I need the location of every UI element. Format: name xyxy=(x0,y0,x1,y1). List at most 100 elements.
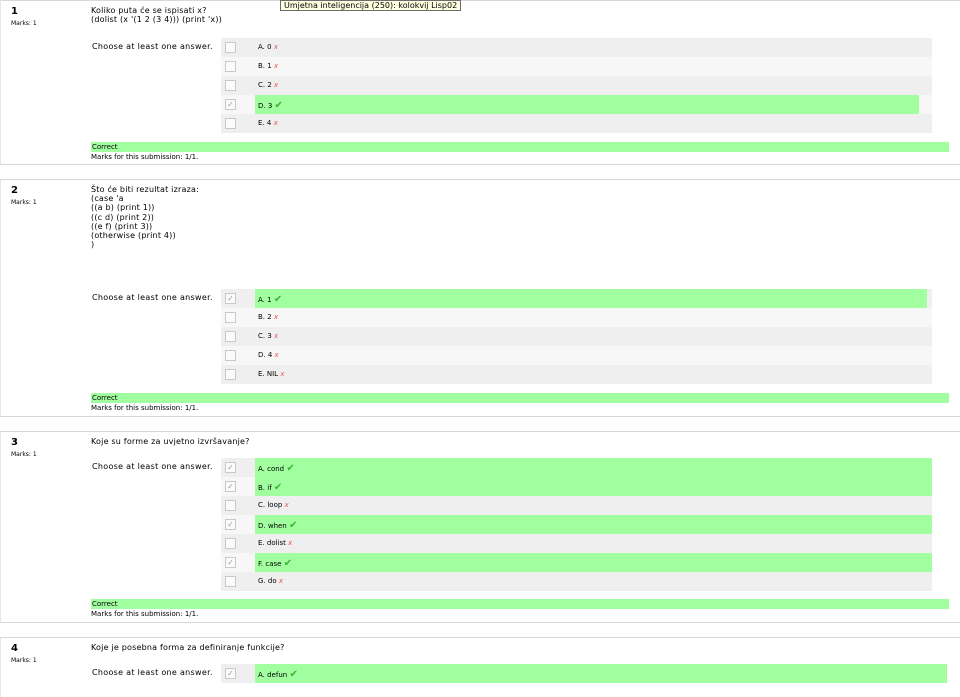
answer-label: B. if ✔ xyxy=(258,482,282,493)
answer-option[interactable]: D. 4 x xyxy=(221,346,932,365)
answer-label: A. 1 ✔ xyxy=(258,294,282,305)
cross-icon: x xyxy=(273,43,278,51)
answer-option[interactable]: B. 1 x xyxy=(221,57,932,76)
answer-checkbox[interactable] xyxy=(225,42,236,53)
correct-answer-highlight xyxy=(255,458,932,477)
answer-label: D. 4 x xyxy=(258,351,279,359)
answer-checkbox[interactable]: ✓ xyxy=(225,99,236,110)
correct-answer-highlight xyxy=(255,515,932,534)
answer-checkbox[interactable] xyxy=(225,331,236,342)
correct-answer-highlight xyxy=(255,289,927,308)
correct-answer-highlight xyxy=(255,477,932,496)
question-text: Koje su forme za uvjetno izvršavanje? xyxy=(91,437,250,446)
result-correct-bar: Correct xyxy=(91,599,949,609)
answer-checkbox[interactable]: ✓ xyxy=(225,519,236,530)
answer-label: A. cond ✔ xyxy=(258,463,295,474)
result-correct-bar: Correct xyxy=(91,393,949,403)
answer-label-text: F. case xyxy=(258,560,282,568)
answer-option[interactable]: ✓ A. defun ✔ xyxy=(221,664,947,683)
answer-prompt: Choose at least one answer. xyxy=(92,42,213,51)
cross-icon: x xyxy=(273,62,279,70)
answer-label: G. do x xyxy=(258,577,283,585)
correct-answer-highlight xyxy=(255,95,919,114)
cross-icon: x xyxy=(273,313,279,321)
answer-checkbox[interactable] xyxy=(225,369,236,380)
answer-option[interactable]: ✓ A. 1 ✔ xyxy=(221,289,932,308)
answer-label-text: C. 2 xyxy=(258,81,272,89)
cross-icon: x xyxy=(288,539,293,547)
answer-prompt: Choose at least one answer. xyxy=(92,462,213,471)
result-correct-bar: Correct xyxy=(91,142,949,152)
cross-icon: x xyxy=(273,119,278,127)
answer-label-text: E. NIL xyxy=(258,370,279,378)
answer-label: E. NIL x xyxy=(258,370,284,378)
answer-option[interactable]: ✓ F. case ✔ xyxy=(221,553,932,572)
cross-icon: x xyxy=(278,577,283,585)
answer-checkbox[interactable] xyxy=(225,538,236,549)
question-2: 2 Marks: 1 Što će biti rezultat izraza: … xyxy=(0,179,960,417)
answer-list: ✓ A. 1 ✔ B. 2 x C. 3 x D. 4 x E. NIL x xyxy=(221,289,932,384)
answer-label: C. 3 x xyxy=(258,332,278,340)
answer-label-text: E. dolist xyxy=(258,539,286,547)
answer-label-text: A. 1 xyxy=(258,296,272,304)
answer-label: A. defun ✔ xyxy=(258,669,298,680)
tooltip: Umjetna inteligencija (250): kolokvij Li… xyxy=(280,0,462,11)
answer-option[interactable]: ✓ D. 3 ✔ xyxy=(221,95,932,114)
question-text: Koliko puta će se ispisati x? (dolist (x… xyxy=(91,6,222,25)
answer-label-text: D. 4 xyxy=(258,351,273,359)
answer-option[interactable]: G. do x xyxy=(221,572,932,591)
answer-option[interactable]: E. dolist x xyxy=(221,534,932,553)
submission-marks: Marks for this submission: 1/1. xyxy=(91,610,199,618)
answer-option[interactable]: E. NIL x xyxy=(221,365,932,384)
answer-list: A. 0 x B. 1 x C. 2 x ✓ D. 3 ✔ E. 4 x xyxy=(221,38,932,133)
answer-option[interactable]: A. 0 x xyxy=(221,38,932,57)
answer-checkbox[interactable] xyxy=(225,576,236,587)
answer-prompt: Choose at least one answer. xyxy=(92,668,213,677)
answer-checkbox[interactable]: ✓ xyxy=(225,481,236,492)
answer-prompt: Choose at least one answer. xyxy=(92,293,213,302)
answer-checkbox[interactable] xyxy=(225,350,236,361)
answer-checkbox[interactable]: ✓ xyxy=(225,462,236,473)
check-icon: ✔ xyxy=(286,463,295,474)
answer-label-text: B. 2 xyxy=(258,313,272,321)
answer-option[interactable]: C. loop x xyxy=(221,496,932,515)
question-1: 1 Marks: 1 Koliko puta će se ispisati x?… xyxy=(0,0,960,165)
answer-checkbox[interactable]: ✓ xyxy=(225,293,236,304)
answer-label: C. loop x xyxy=(258,501,289,509)
answer-label: E. dolist x xyxy=(258,539,292,547)
answer-option[interactable]: ✓ A. cond ✔ xyxy=(221,458,932,477)
answer-option[interactable]: B. 2 x xyxy=(221,308,932,327)
question-number: 1 xyxy=(11,6,18,17)
check-icon: ✔ xyxy=(273,482,283,493)
question-4: 4 Marks: 1 Koje je posebna forma za defi… xyxy=(0,637,960,697)
question-marks: Marks: 1 xyxy=(11,20,37,27)
answer-label: C. 2 x xyxy=(258,81,278,89)
answer-option[interactable]: ✓ D. when ✔ xyxy=(221,515,932,534)
answer-list: ✓ A. cond ✔ ✓ B. if ✔ C. loop x ✓ D. when ✔ E. … xyxy=(221,458,932,591)
answer-label-text: D. when xyxy=(258,522,287,530)
answer-label-text: G. do xyxy=(258,577,277,585)
answer-label-text: B. if xyxy=(258,484,272,492)
check-icon: ✔ xyxy=(274,100,283,111)
check-icon: ✔ xyxy=(288,520,298,531)
answer-checkbox[interactable]: ✓ xyxy=(225,668,236,679)
answer-label-text: A. 0 xyxy=(258,43,272,51)
check-icon: ✔ xyxy=(289,669,298,680)
answer-checkbox[interactable] xyxy=(225,61,236,72)
question-number: 2 xyxy=(11,185,18,196)
answer-option[interactable]: E. 4 x xyxy=(221,114,932,133)
question-text: Koje je posebna forma za definiranje fun… xyxy=(91,643,285,652)
answer-checkbox[interactable] xyxy=(225,80,236,91)
check-icon: ✔ xyxy=(283,558,293,569)
answer-option[interactable]: ✓ B. if ✔ xyxy=(221,477,932,496)
answer-option[interactable]: C. 2 x xyxy=(221,76,932,95)
answer-checkbox[interactable]: ✓ xyxy=(225,557,236,568)
answer-checkbox[interactable] xyxy=(225,118,236,129)
answer-checkbox[interactable] xyxy=(225,500,236,511)
question-number: 3 xyxy=(11,437,18,448)
answer-label: A. 0 x xyxy=(258,43,278,51)
cross-icon: x xyxy=(274,81,279,89)
answer-option[interactable]: C. 3 x xyxy=(221,327,932,346)
answer-checkbox[interactable] xyxy=(225,312,236,323)
answer-label: D. 3 ✔ xyxy=(258,100,283,111)
